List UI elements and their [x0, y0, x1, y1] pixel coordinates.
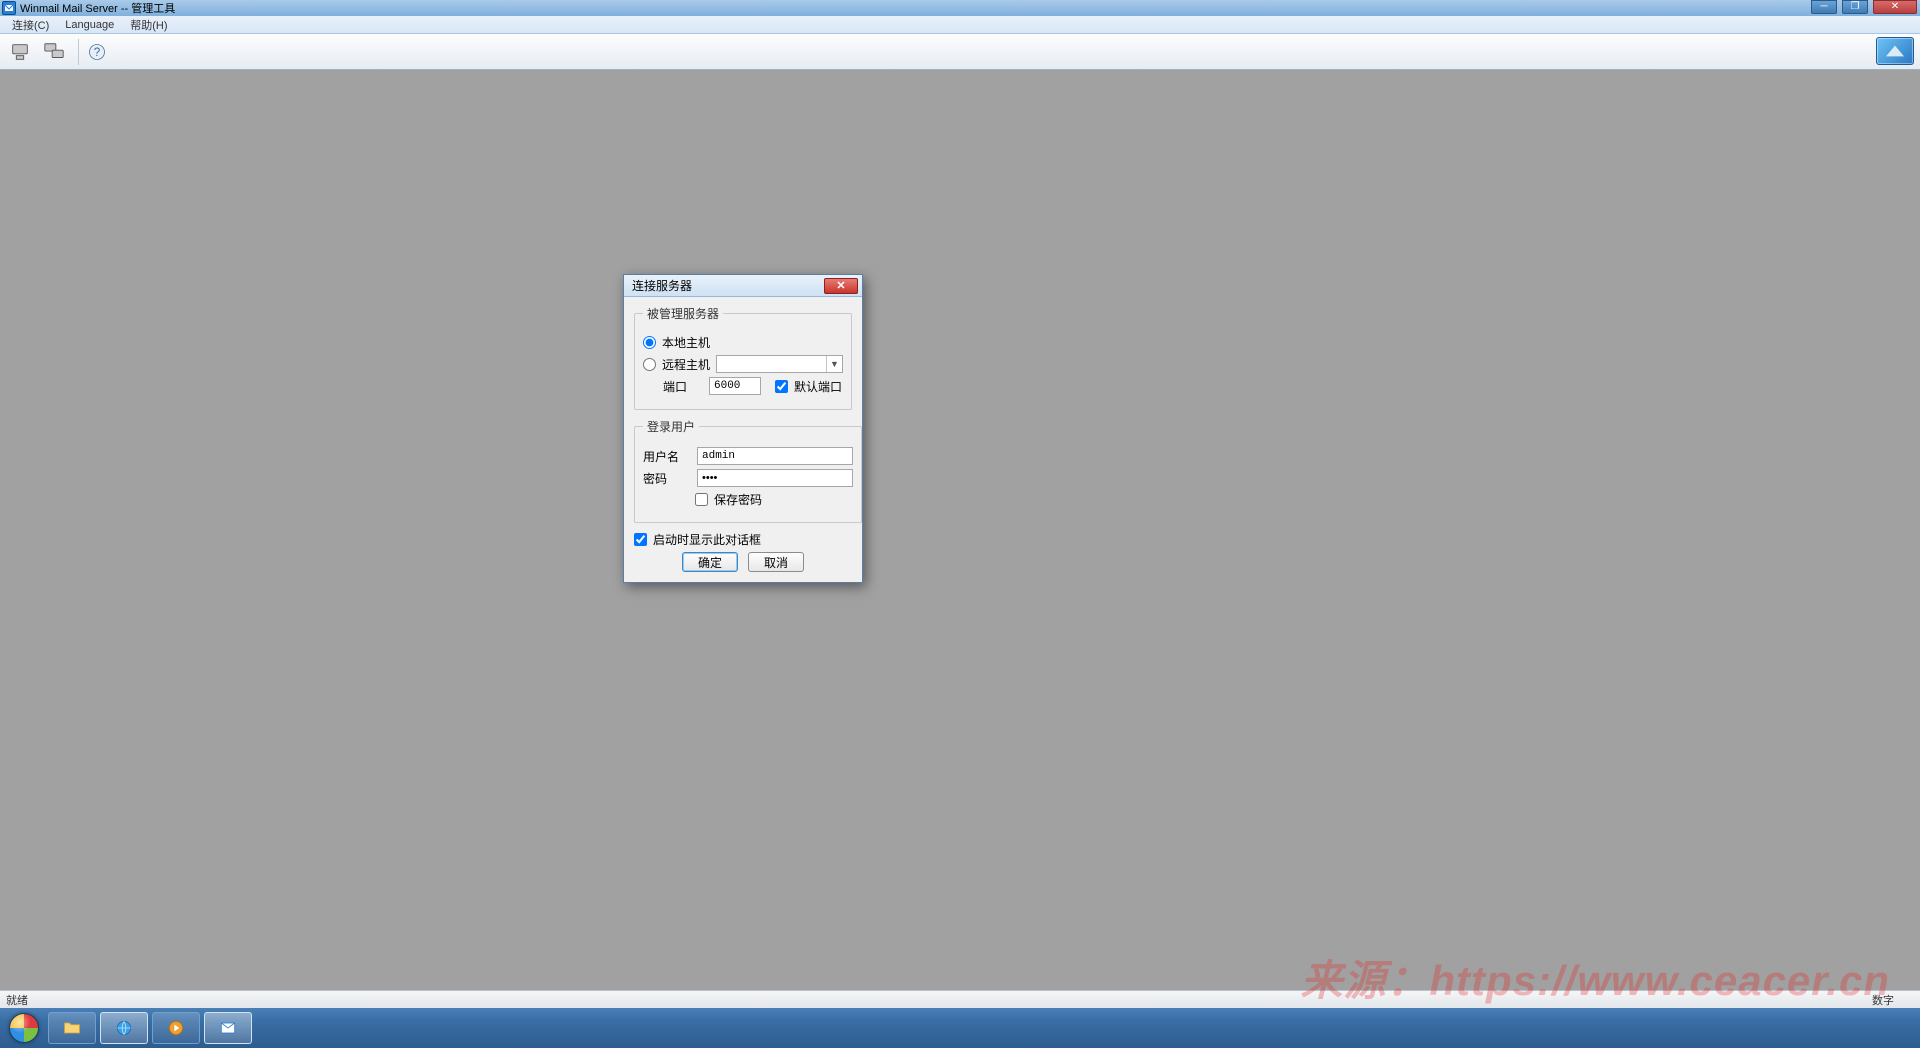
username-input[interactable] [697, 447, 853, 465]
dialog-close-button[interactable]: ✕ [824, 278, 858, 294]
login-group-legend: 登录用户 [643, 418, 699, 435]
taskbar-item-3[interactable] [152, 1012, 200, 1044]
status-numlock: 数字 [1872, 992, 1894, 1008]
cancel-button[interactable]: 取消 [748, 552, 804, 572]
statusbar: 就绪 数字 [0, 990, 1920, 1008]
login-group: 登录用户 用户名 密码 保存密码 [634, 418, 862, 523]
mail-app-icon [218, 1018, 238, 1038]
dialog-title: 连接服务器 [632, 277, 692, 294]
default-port-checkbox[interactable] [775, 380, 788, 393]
remote-host-combo[interactable]: ▼ [716, 355, 843, 373]
server-group-legend: 被管理服务器 [643, 305, 723, 322]
window-title: Winmail Mail Server -- 管理工具 [20, 0, 175, 16]
toolbar-servers-icon[interactable] [40, 38, 68, 66]
taskbar-item-2[interactable] [100, 1012, 148, 1044]
status-ready: 就绪 [6, 992, 28, 1008]
svg-text:?: ? [94, 46, 101, 59]
menubar: 连接(C) Language 帮助(H) [0, 16, 1920, 34]
taskbar [0, 1008, 1920, 1048]
show-on-start-label: 启动时显示此对话框 [653, 531, 761, 548]
workspace: 连接服务器 ✕ 被管理服务器 本地主机 远程主机 ▼ 端口 [0, 70, 1920, 990]
window-maximize-button[interactable]: ❐ [1842, 0, 1868, 14]
taskbar-item-1[interactable] [48, 1012, 96, 1044]
remote-host-label: 远程主机 [662, 356, 710, 373]
save-password-checkbox[interactable] [695, 493, 708, 506]
media-icon [166, 1018, 186, 1038]
password-input[interactable] [697, 469, 853, 487]
toolbar-separator [78, 39, 79, 65]
toolbar-server-icon[interactable] [6, 38, 34, 66]
chevron-down-icon: ▼ [826, 356, 842, 372]
taskbar-item-4[interactable] [204, 1012, 252, 1044]
toolbar-brand-badge-icon [1876, 37, 1914, 65]
dialog-titlebar: 连接服务器 ✕ [624, 275, 862, 297]
port-label: 端口 [663, 378, 703, 395]
menu-language[interactable]: Language [57, 19, 122, 31]
ok-button[interactable]: 确定 [682, 552, 738, 572]
username-label: 用户名 [643, 448, 691, 465]
window-minimize-button[interactable]: ─ [1811, 0, 1837, 14]
toolbar: ? [0, 34, 1920, 70]
default-port-label: 默认端口 [794, 378, 842, 395]
windows-logo-icon [9, 1013, 39, 1043]
remote-host-radio[interactable] [643, 358, 656, 371]
menu-help[interactable]: 帮助(H) [122, 17, 175, 33]
local-host-radio[interactable] [643, 336, 656, 349]
window-close-button[interactable]: ✕ [1873, 0, 1917, 14]
folder-icon [62, 1018, 82, 1038]
password-label: 密码 [643, 470, 691, 487]
local-host-label: 本地主机 [662, 334, 710, 351]
window-titlebar: Winmail Mail Server -- 管理工具 ─ ❐ ✕ [0, 0, 1920, 16]
toolbar-help-icon[interactable]: ? [83, 38, 111, 66]
port-input[interactable] [709, 377, 761, 395]
show-on-start-checkbox[interactable] [634, 533, 647, 546]
app-icon [2, 1, 16, 15]
server-group: 被管理服务器 本地主机 远程主机 ▼ 端口 默认端口 [634, 305, 852, 410]
menu-connect[interactable]: 连接(C) [4, 17, 57, 33]
connect-dialog: 连接服务器 ✕ 被管理服务器 本地主机 远程主机 ▼ 端口 [623, 274, 863, 583]
start-button[interactable] [4, 1012, 44, 1044]
browser-icon [114, 1018, 134, 1038]
save-password-label: 保存密码 [714, 491, 762, 508]
